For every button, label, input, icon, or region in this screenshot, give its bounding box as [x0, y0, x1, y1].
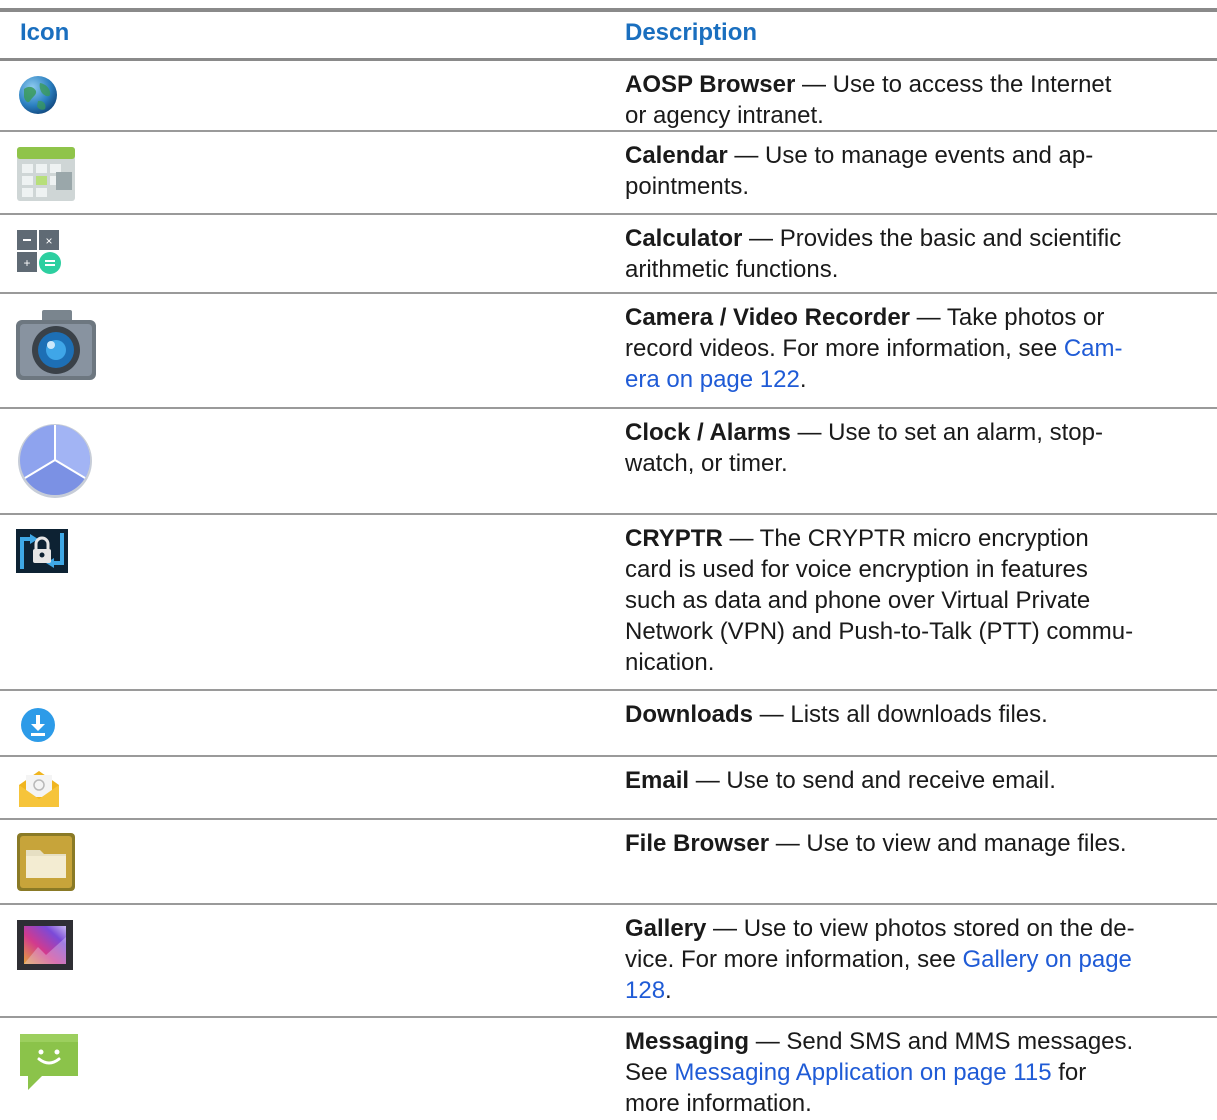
- message-icon: [20, 1034, 78, 1090]
- row-description: Camera / Video Recorder — Take photos or…: [625, 304, 1123, 393]
- table-row: AOSP Browser — Use to access the Interne…: [0, 61, 1217, 132]
- table-row: File Browser — Use to view and manage fi…: [0, 820, 1217, 905]
- svg-text:×: ×: [45, 234, 52, 248]
- table-row: Calendar — Use to manage events and ap- …: [0, 132, 1217, 215]
- row-description: Gallery — Use to view photos stored on t…: [625, 915, 1135, 1004]
- app-name: Downloads: [625, 701, 754, 728]
- calculator-icon: × +: [17, 230, 61, 274]
- table-header: Icon Description: [0, 12, 1217, 58]
- table-row: Email — Use to send and receive email.: [0, 757, 1217, 820]
- calendar-icon: [17, 147, 75, 201]
- table-row: Downloads — Lists all downloads files.: [0, 691, 1217, 757]
- table-row: Messaging — Send SMS and MMS messages. S…: [0, 1018, 1217, 1120]
- download-icon: [21, 708, 55, 742]
- lock-icon: [16, 529, 68, 573]
- camera-icon: [16, 310, 96, 380]
- app-name: Calculator: [625, 225, 743, 252]
- table-row: Clock / Alarms — Use to set an alarm, st…: [0, 409, 1217, 515]
- email-icon: [19, 771, 59, 807]
- row-description: AOSP Browser — Use to access the Interne…: [625, 71, 1112, 129]
- app-name: Camera / Video Recorder: [625, 304, 911, 331]
- clock-icon: [18, 424, 92, 498]
- table-row: Camera / Video Recorder — Take photos or…: [0, 294, 1217, 409]
- app-name: File Browser: [625, 830, 770, 857]
- row-description: Calculator — Provides the basic and scie…: [625, 225, 1122, 283]
- messaging-page-link[interactable]: Messaging Application on page 115: [674, 1059, 1051, 1086]
- row-description: Email — Use to send and receive email.: [625, 767, 1056, 794]
- globe-icon: [19, 76, 57, 114]
- app-name: Clock / Alarms: [625, 419, 791, 446]
- app-name: Gallery: [625, 915, 707, 942]
- folder-icon: [17, 833, 75, 891]
- app-name: Calendar: [625, 142, 728, 169]
- row-description: File Browser — Use to view and manage fi…: [625, 830, 1127, 857]
- app-name: AOSP Browser: [625, 71, 796, 98]
- row-description: Calendar — Use to manage events and ap- …: [625, 142, 1094, 200]
- icon-column-header: Icon: [20, 19, 70, 46]
- row-description: Downloads — Lists all downloads files.: [625, 701, 1048, 728]
- table-row: × + Calculator — Provides the basic and …: [0, 215, 1217, 294]
- row-description: CRYPTR — The CRYPTR micro encryption car…: [625, 525, 1134, 676]
- row-description: Clock / Alarms — Use to set an alarm, st…: [625, 419, 1103, 477]
- row-description: Messaging — Send SMS and MMS messages. S…: [625, 1028, 1134, 1117]
- app-name: Messaging: [625, 1028, 750, 1055]
- description-column-header: Description: [625, 19, 758, 46]
- camera-page-link-continued[interactable]: era on page 122: [625, 366, 800, 393]
- table-row: Gallery — Use to view photos stored on t…: [0, 905, 1217, 1018]
- gallery-icon: [17, 920, 73, 970]
- app-name: Email: [625, 767, 690, 794]
- camera-page-link[interactable]: Cam-: [1064, 335, 1123, 362]
- gallery-page-link[interactable]: Gallery on page: [962, 946, 1131, 973]
- table-row: CRYPTR — The CRYPTR micro encryption car…: [0, 515, 1217, 691]
- svg-text:+: +: [23, 256, 30, 270]
- gallery-page-link-continued[interactable]: 128: [625, 977, 665, 1004]
- app-name: CRYPTR: [625, 525, 723, 552]
